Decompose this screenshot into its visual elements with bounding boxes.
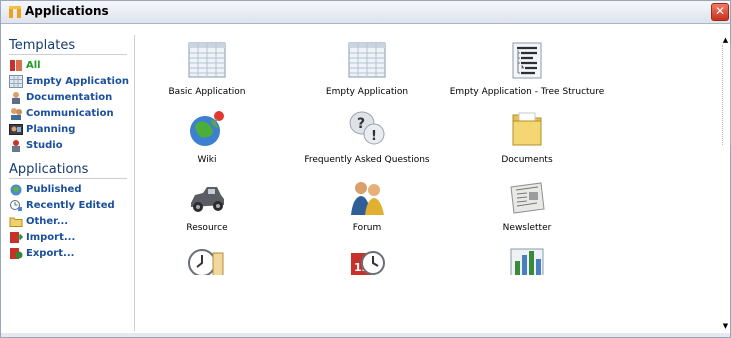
car-icon — [191, 187, 224, 212]
sidebar-item-all[interactable]: All — [6, 57, 134, 73]
tile-label: Forum — [352, 223, 382, 233]
tile-label: Documents — [501, 155, 553, 165]
tile-label: Empty Application — [325, 87, 409, 97]
tile-label: Frequently Asked Questions — [304, 155, 430, 165]
sidebar-item-import[interactable]: Import... — [6, 229, 134, 245]
sidebar-item-label: Documentation — [26, 91, 113, 103]
all-templates-icon — [10, 59, 22, 71]
grid-table-icon — [188, 42, 226, 78]
sidebar-item-label: Published — [26, 183, 82, 195]
tile-forum[interactable]: Forum — [287, 177, 447, 233]
application-grid: Basic Application Empty Application Empt… — [135, 35, 721, 331]
forum-people-icon — [351, 182, 384, 215]
tile-clock-scroll[interactable] — [127, 245, 287, 275]
grid-table-icon — [348, 42, 386, 78]
scroll-thumb[interactable] — [722, 45, 731, 145]
bar-chart-icon — [510, 248, 544, 275]
tile-empty-application-tree-structure[interactable]: Empty Application - Tree Structure — [447, 41, 607, 97]
tile-label: Empty Application - Tree Structure — [449, 87, 605, 97]
sidebar-item-label: Planning — [26, 123, 76, 135]
tile-calendar-clock[interactable]: 12 — [287, 245, 447, 275]
sidebar-item-label: Export... — [26, 247, 75, 259]
sidebar-item-label: Import... — [26, 231, 76, 243]
tile-empty-application[interactable]: Empty Application — [287, 41, 447, 97]
newspaper-icon — [510, 182, 545, 214]
sidebar-item-label: Communication — [26, 107, 114, 119]
tile-documents[interactable]: Documents — [447, 109, 607, 165]
application-icon — [9, 6, 21, 18]
sidebar-item-label: Recently Edited — [26, 199, 115, 211]
tile-newsletter[interactable]: Newsletter — [447, 177, 607, 233]
studio-icon — [12, 139, 20, 152]
sidebar-item-documentation[interactable]: Documentation — [6, 89, 134, 105]
sidebar-item-export[interactable]: Export... — [6, 245, 134, 261]
window-title: Applications — [25, 4, 109, 18]
templates-heading: Templates — [9, 38, 76, 53]
sidebar-item-empty-application[interactable]: Empty Application — [6, 73, 134, 89]
sidebar-item-published[interactable]: Published — [6, 181, 134, 197]
tile-frequently-asked-questions[interactable]: ? ! Frequently Asked Questions — [287, 109, 447, 165]
calendar-clock-icon: 12 — [351, 251, 385, 275]
sidebar-item-label: Studio — [26, 139, 63, 151]
tile-label: Newsletter — [502, 223, 552, 233]
published-icon — [10, 184, 22, 195]
tile-wiki[interactable]: Wiki — [127, 109, 287, 165]
clock-scroll-icon — [188, 249, 224, 275]
documents-folder-icon — [512, 112, 542, 146]
sidebar-item-studio[interactable]: Studio — [6, 137, 134, 153]
sidebar-item-label: All — [26, 59, 41, 71]
communication-icon — [11, 107, 22, 120]
tree-structure-icon — [512, 42, 542, 79]
tile-resource[interactable]: Resource — [127, 177, 287, 233]
recently-edited-icon — [10, 199, 22, 211]
sidebar-item-label: Empty Application — [26, 75, 129, 87]
tile-label: Wiki — [197, 155, 217, 165]
planning-icon — [9, 123, 23, 135]
applications-window: Applications ✕ Templates All Empty Appli… — [0, 0, 731, 338]
tile-basic-application[interactable]: Basic Application — [127, 41, 287, 97]
divider — [9, 54, 127, 55]
sidebar: Templates All Empty Application Document… — [6, 35, 135, 331]
sidebar-item-other[interactable]: Other... — [6, 213, 134, 229]
sidebar-item-recently-edited[interactable]: Recently Edited — [6, 197, 134, 213]
export-icon — [10, 247, 23, 259]
svg-text:?: ? — [357, 116, 365, 132]
sidebar-item-communication[interactable]: Communication — [6, 105, 134, 121]
sidebar-item-planning[interactable]: Planning — [6, 121, 134, 137]
globe-icon — [190, 111, 224, 146]
tile-label: Resource — [186, 223, 228, 233]
svg-text:!: ! — [371, 129, 377, 144]
grid-icon — [9, 74, 23, 88]
scroll-down-arrow-icon[interactable]: ▼ — [721, 321, 730, 331]
import-icon — [10, 231, 23, 243]
faq-icon: ? ! — [349, 111, 385, 145]
scroll-up-arrow-icon[interactable]: ▲ — [721, 35, 730, 45]
title-bar: Applications ✕ — [1, 1, 730, 24]
folder-icon — [9, 217, 23, 227]
sidebar-item-label: Other... — [26, 215, 69, 227]
tile-label: Basic Application — [168, 87, 246, 97]
applications-heading: Applications — [9, 162, 89, 177]
window-bottom-edge — [1, 333, 730, 337]
tile-bar-chart[interactable] — [447, 245, 607, 275]
close-button[interactable]: ✕ — [711, 3, 729, 21]
documentation-icon — [12, 91, 20, 104]
divider — [9, 178, 127, 179]
vertical-scrollbar[interactable]: ▲ ▼ — [721, 35, 731, 331]
